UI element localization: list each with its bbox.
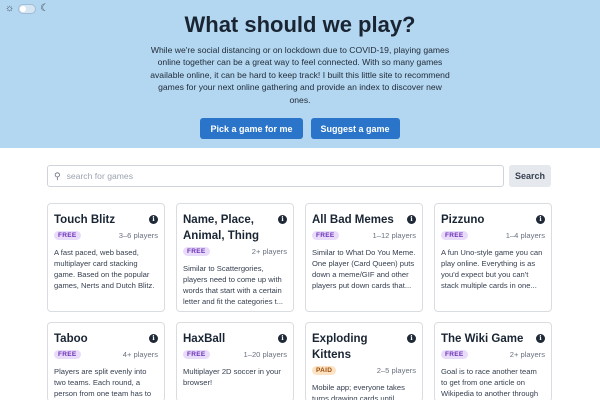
- game-description: Similar to What Do You Meme. One player …: [312, 248, 416, 290]
- player-count: 2+ players: [251, 247, 287, 256]
- game-title: Taboo: [54, 333, 88, 345]
- game-card[interactable]: Taboo i FREE 4+ players Players are split …: [47, 322, 165, 400]
- player-count: 2–5 players: [376, 366, 416, 375]
- player-count: 3–6 players: [118, 231, 158, 240]
- price-badge: FREE: [441, 231, 468, 240]
- player-count: 1–4 players: [505, 231, 545, 240]
- price-badge: FREE: [183, 247, 210, 256]
- search-bar: ⚲ Search: [47, 165, 551, 187]
- pick-game-button[interactable]: Pick a game for me: [200, 118, 303, 139]
- game-card[interactable]: Pizzuno i FREE 1–4 players A fun Uno-style…: [434, 203, 552, 312]
- game-title: Touch Blitz: [54, 214, 116, 226]
- game-card[interactable]: Touch Blitz i FREE 3–6 players A fast pace…: [47, 203, 165, 312]
- game-description: Similar to Scattergories, players need t…: [183, 264, 284, 306]
- suggest-game-button[interactable]: Suggest a game: [310, 118, 400, 139]
- game-title: Exploding Kittens: [312, 333, 368, 361]
- price-badge: PAID: [312, 366, 337, 375]
- price-badge: FREE: [183, 350, 210, 359]
- price-badge: FREE: [54, 350, 81, 359]
- page-title: What should we play?: [184, 12, 416, 37]
- game-title: Name, Place, Animal, Thing: [183, 214, 260, 242]
- game-title: HaxBall: [183, 333, 226, 345]
- game-title: Pizzuno: [441, 214, 485, 226]
- price-badge: FREE: [312, 231, 339, 240]
- game-card[interactable]: Exploding Kittens i PAID 2–5 players Mobil…: [305, 322, 423, 400]
- game-card[interactable]: All Bad Memes i FREE 1–12 players Similar …: [305, 203, 423, 312]
- info-icon[interactable]: i: [149, 215, 158, 224]
- search-input[interactable]: [66, 171, 503, 181]
- game-card[interactable]: The Wiki Game i FREE 2+ players Goal is to…: [434, 322, 552, 400]
- search-field[interactable]: ⚲: [47, 165, 504, 187]
- info-icon[interactable]: i: [536, 334, 545, 343]
- info-icon[interactable]: i: [407, 215, 416, 224]
- price-badge: FREE: [441, 350, 468, 359]
- game-description: A fun Uno-style game you can play online…: [441, 248, 543, 290]
- game-description: Multiplayer 2D soccer in your browser!: [183, 367, 281, 387]
- search-button[interactable]: Search: [509, 165, 551, 187]
- info-icon[interactable]: i: [536, 215, 545, 224]
- game-description: Mobile app; everyone takes turns drawing…: [312, 383, 405, 400]
- game-title: The Wiki Game: [441, 333, 524, 345]
- info-icon[interactable]: i: [407, 334, 416, 343]
- search-icon: ⚲: [54, 170, 61, 181]
- info-icon[interactable]: i: [149, 334, 158, 343]
- info-icon[interactable]: i: [278, 215, 287, 224]
- game-description: Goal is to race another team to get from…: [441, 367, 539, 398]
- game-card[interactable]: HaxBall i FREE 1–20 players Multiplayer 2D…: [176, 322, 294, 400]
- game-card[interactable]: Name, Place, Animal, Thing i FREE 2+ playe…: [176, 203, 294, 312]
- info-icon[interactable]: i: [278, 334, 287, 343]
- game-description: A fast paced, web based, multiplayer car…: [54, 248, 155, 290]
- player-count: 4+ players: [122, 350, 158, 359]
- player-count: 1–20 players: [243, 350, 287, 359]
- price-badge: FREE: [54, 231, 81, 240]
- hero-buttons: Pick a game for me Suggest a game: [0, 118, 600, 139]
- hero-section: ☼ ☾ What should we play? While we're soc…: [0, 0, 600, 148]
- player-count: 1–12 players: [372, 231, 416, 240]
- intro-text: While we're social distancing or on lock…: [150, 45, 450, 105]
- game-description: Players are split evenly into two teams.…: [54, 367, 152, 398]
- player-count: 2+ players: [509, 350, 545, 359]
- game-title: All Bad Memes: [312, 214, 394, 226]
